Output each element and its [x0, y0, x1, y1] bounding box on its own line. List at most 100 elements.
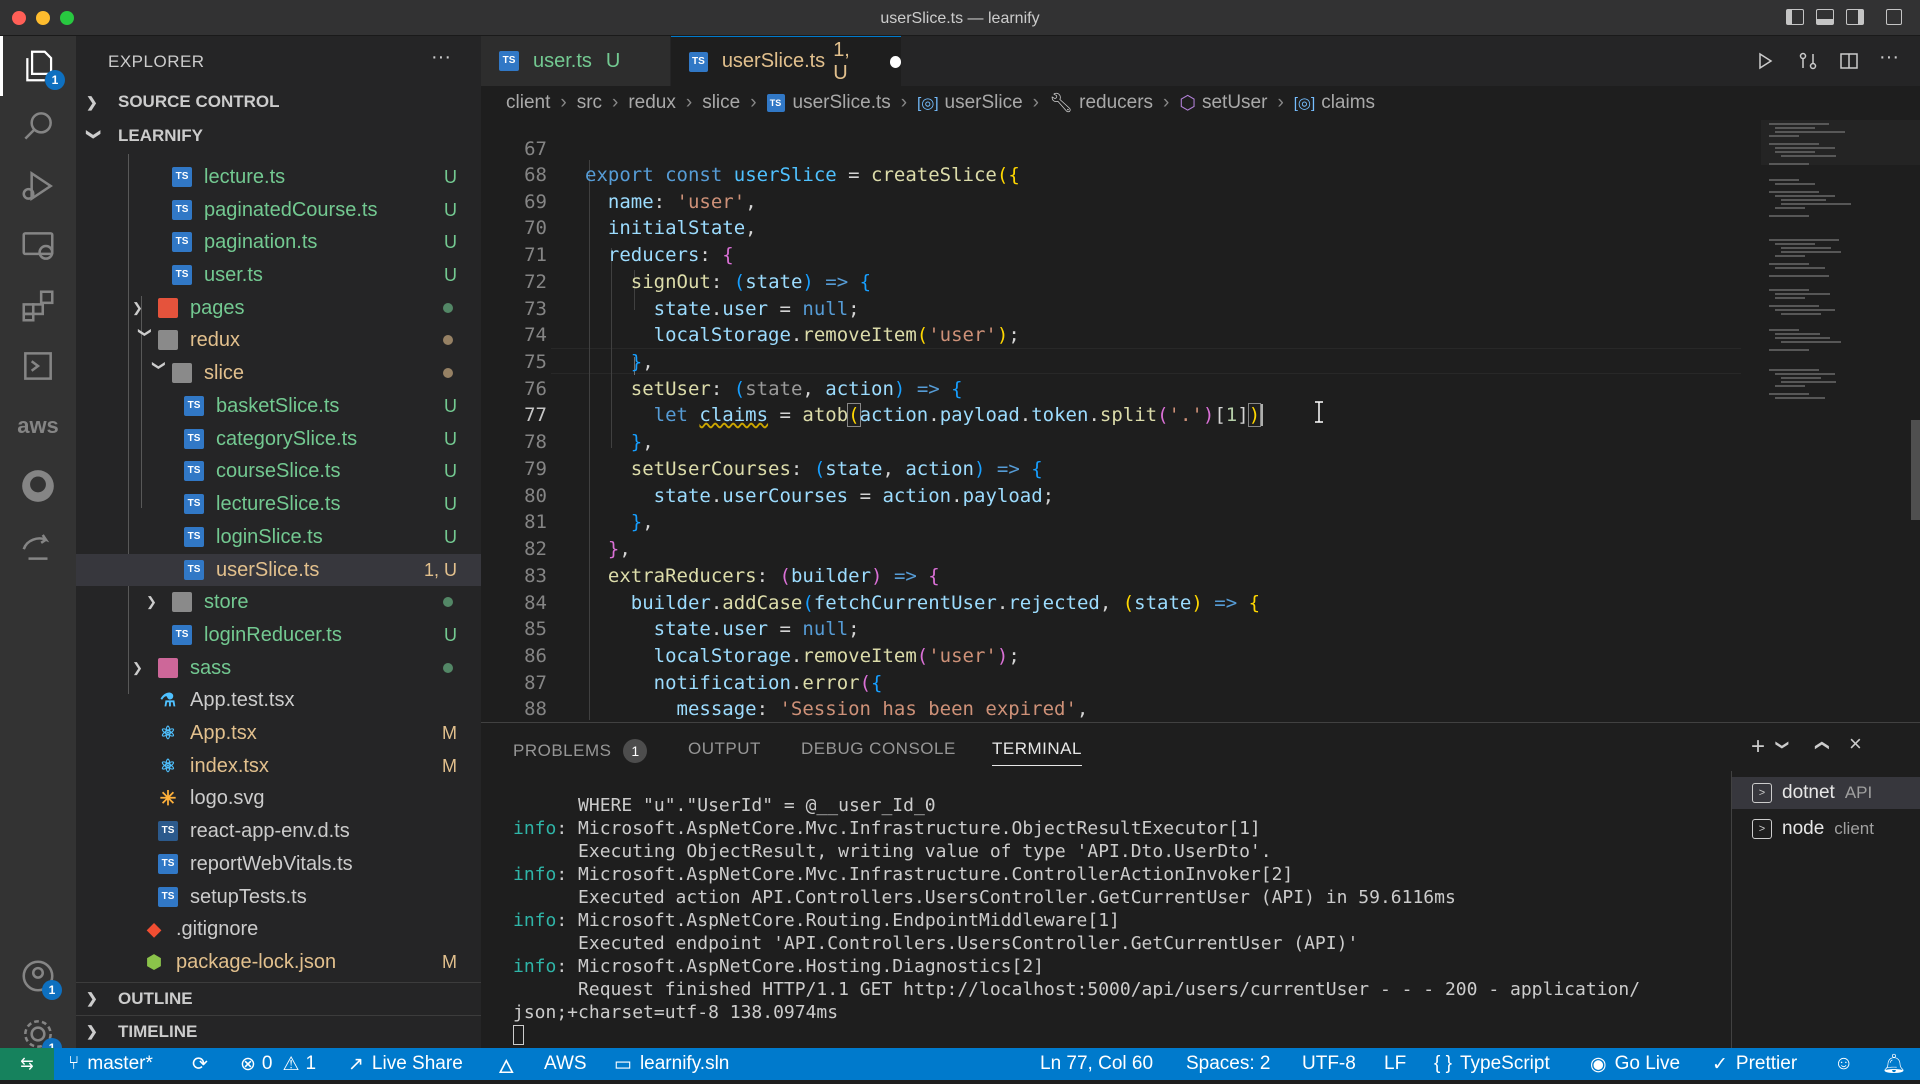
live-share-icon[interactable] — [0, 516, 76, 576]
indentation-button[interactable]: Spaces: 2 — [1186, 1048, 1271, 1080]
line-number: 76 — [524, 378, 547, 400]
file-userslice-ts[interactable]: TS userSlice.ts 1, U — [76, 554, 481, 586]
file-loginreducer-ts[interactable]: TS loginReducer.ts U — [76, 619, 481, 651]
search-icon[interactable] — [0, 96, 76, 156]
cursor-position-button[interactable]: Ln 77, Col 60 — [1040, 1048, 1153, 1080]
customize-layout-icon[interactable] — [1886, 9, 1902, 25]
folder-pages[interactable]: ❯ pages — [76, 292, 481, 324]
outline-section[interactable]: ❯ OUTLINE — [76, 982, 481, 1014]
explorer-icon[interactable]: 1 — [0, 36, 76, 96]
unsaved-dot-icon[interactable] — [889, 55, 901, 68]
file-app-test-tsx[interactable]: ⚗ App.test.tsx — [76, 684, 481, 716]
timeline-section[interactable]: ❯ TIMELINE — [76, 1015, 481, 1047]
tab-output[interactable]: OUTPUT — [688, 739, 761, 759]
file-reportwebvitals-ts[interactable]: TS reportWebVitals.ts — [76, 848, 481, 880]
file-paginatedcourse-ts[interactable]: TS paginatedCourse.ts U — [76, 194, 481, 226]
feedback-button[interactable]: ☺ — [1834, 1048, 1853, 1080]
tab-debug-console[interactable]: DEBUG CONSOLE — [801, 739, 956, 759]
editor-more-actions-button[interactable]: ··· — [1879, 46, 1899, 69]
tab-userslice-ts[interactable]: TS userSlice.ts 1, U — [671, 36, 901, 86]
file-package-lock-json[interactable]: ⬢ package-lock.json M — [76, 946, 481, 978]
file-loginslice-ts[interactable]: TS loginSlice.ts U — [76, 521, 481, 553]
file-pagination-ts[interactable]: TS pagination.ts U — [76, 226, 481, 258]
file-gitignore[interactable]: ◆ .gitignore — [76, 913, 481, 945]
chevron-down-icon: ❯ — [86, 128, 103, 140]
folder-slice[interactable]: ❯ slice — [76, 357, 481, 389]
problems-status-button[interactable]: ⊗ 0 ⚠ 1 — [240, 1048, 316, 1080]
file-user-ts[interactable]: TS user.ts U — [76, 259, 481, 291]
encoding-button[interactable]: UTF-8 — [1302, 1048, 1356, 1080]
notifications-button[interactable]: 🔔︎ — [1882, 1048, 1906, 1080]
live-share-button[interactable]: ↗ Live Share — [348, 1048, 463, 1080]
code-editor[interactable]: 67 68 69 70 71 72 73 74 75 76 77 78 79 8… — [481, 120, 1751, 722]
minimap[interactable] — [1761, 120, 1920, 722]
breadcrumb-item[interactable]: setUser — [1202, 92, 1267, 114]
title-bar: userSlice.ts — learnify — [0, 0, 1920, 36]
new-terminal-button[interactable]: + — [1751, 733, 1765, 761]
source-control-section[interactable]: ❯ SOURCE CONTROL — [76, 86, 481, 118]
project-section[interactable]: ❯ LEARNIFY — [76, 120, 481, 152]
branch-button[interactable]: ⑂ master* — [68, 1048, 153, 1080]
line-number: 82 — [524, 538, 547, 560]
solution-button[interactable]: ▭ learnify.sln — [614, 1048, 729, 1080]
language-mode-button[interactable]: { } TypeScript — [1434, 1048, 1550, 1080]
breadcrumb-item[interactable]: redux — [628, 92, 676, 114]
terminal-node[interactable]: > node client — [1752, 813, 1874, 845]
remote-explorer-icon[interactable] — [0, 216, 76, 276]
file-setuptests-ts[interactable]: TS setupTests.ts — [76, 881, 481, 913]
eol-button[interactable]: LF — [1384, 1048, 1406, 1080]
folder-sass[interactable]: ❯ sass — [76, 652, 481, 684]
breadcrumb-item[interactable]: userSlice.ts — [793, 92, 891, 114]
terminal-dotnet[interactable]: > dotnet API — [1732, 777, 1920, 809]
breadcrumb-item[interactable]: client — [506, 92, 550, 114]
tab-user-ts[interactable]: TS user.ts U — [481, 36, 671, 86]
file-basketslice-ts[interactable]: TS basketSlice.ts U — [76, 390, 481, 422]
sync-button[interactable]: ⟳ — [192, 1048, 208, 1080]
breadcrumb-item[interactable]: reducers — [1079, 92, 1153, 114]
file-logo-svg[interactable]: ✳ logo.svg — [76, 782, 481, 814]
window-title: userSlice.ts — learnify — [880, 10, 1040, 27]
go-live-button[interactable]: ◉ Go Live — [1590, 1048, 1680, 1080]
file-react-app-env-d-ts[interactable]: TS react-app-env.d.ts — [76, 815, 481, 847]
folder-store[interactable]: ❯ store — [76, 586, 481, 618]
prettier-button[interactable]: ✓ Prettier — [1712, 1048, 1797, 1080]
breadcrumb-item[interactable]: userSlice — [945, 92, 1023, 114]
toggle-sidebar-icon[interactable] — [1786, 9, 1804, 25]
chevron-right-icon: ❯ — [132, 660, 143, 675]
accounts-icon[interactable]: 1 — [0, 946, 76, 1006]
tab-problems[interactable]: PROBLEMS 1 — [513, 739, 648, 763]
close-panel-icon[interactable]: × — [1849, 731, 1862, 757]
folder-pages-icon — [158, 298, 178, 318]
tab-terminal[interactable]: TERMINAL — [992, 739, 1082, 766]
folder-redux[interactable]: ❯ redux — [76, 324, 481, 356]
toggle-panel-icon[interactable] — [1816, 9, 1834, 25]
run-icon[interactable] — [1755, 51, 1775, 71]
aws-icon[interactable]: aws — [0, 396, 76, 456]
file-categoryslice-ts[interactable]: TS categorySlice.ts U — [76, 423, 481, 455]
open-changes-icon[interactable] — [1797, 51, 1819, 71]
maximize-panel-icon[interactable]: ❯ — [1812, 740, 1829, 752]
terminal-icon[interactable] — [0, 336, 76, 396]
file-index-tsx[interactable]: ⚛ index.tsx M — [76, 750, 481, 782]
extensions-icon[interactable] — [0, 276, 76, 336]
terminal-line: Executed action API.Controllers.UsersCon… — [513, 887, 1456, 908]
github-icon[interactable] — [0, 456, 76, 516]
file-app-tsx[interactable]: ⚛ App.tsx M — [76, 717, 481, 749]
breadcrumb-item[interactable]: src — [577, 92, 602, 114]
code-line: initialState, — [607, 217, 757, 239]
file-lectureslice-ts[interactable]: TS lectureSlice.ts U — [76, 488, 481, 520]
explorer-more-button[interactable]: ··· — [431, 46, 451, 69]
terminal-dropdown-chevron-icon[interactable]: ❯ — [1774, 740, 1790, 751]
aws-status-button[interactable]: AWS — [544, 1048, 587, 1080]
file-courseslice-ts[interactable]: TS courseSlice.ts U — [76, 455, 481, 487]
file-lecture-ts[interactable]: TS lecture.ts U — [76, 161, 481, 193]
breadcrumb-item[interactable]: claims — [1321, 92, 1375, 114]
toggle-secondary-sidebar-icon[interactable] — [1846, 9, 1864, 25]
split-editor-icon[interactable] — [1839, 51, 1859, 71]
remote-indicator-button[interactable]: ⇆ — [0, 1048, 54, 1080]
typescript-file-icon: TS — [766, 94, 785, 112]
chevron-right-icon: › — [685, 92, 693, 113]
run-debug-icon[interactable] — [0, 156, 76, 216]
breadcrumb-item[interactable]: slice — [702, 92, 740, 114]
flame-button[interactable]: 🜂 — [498, 1048, 515, 1080]
